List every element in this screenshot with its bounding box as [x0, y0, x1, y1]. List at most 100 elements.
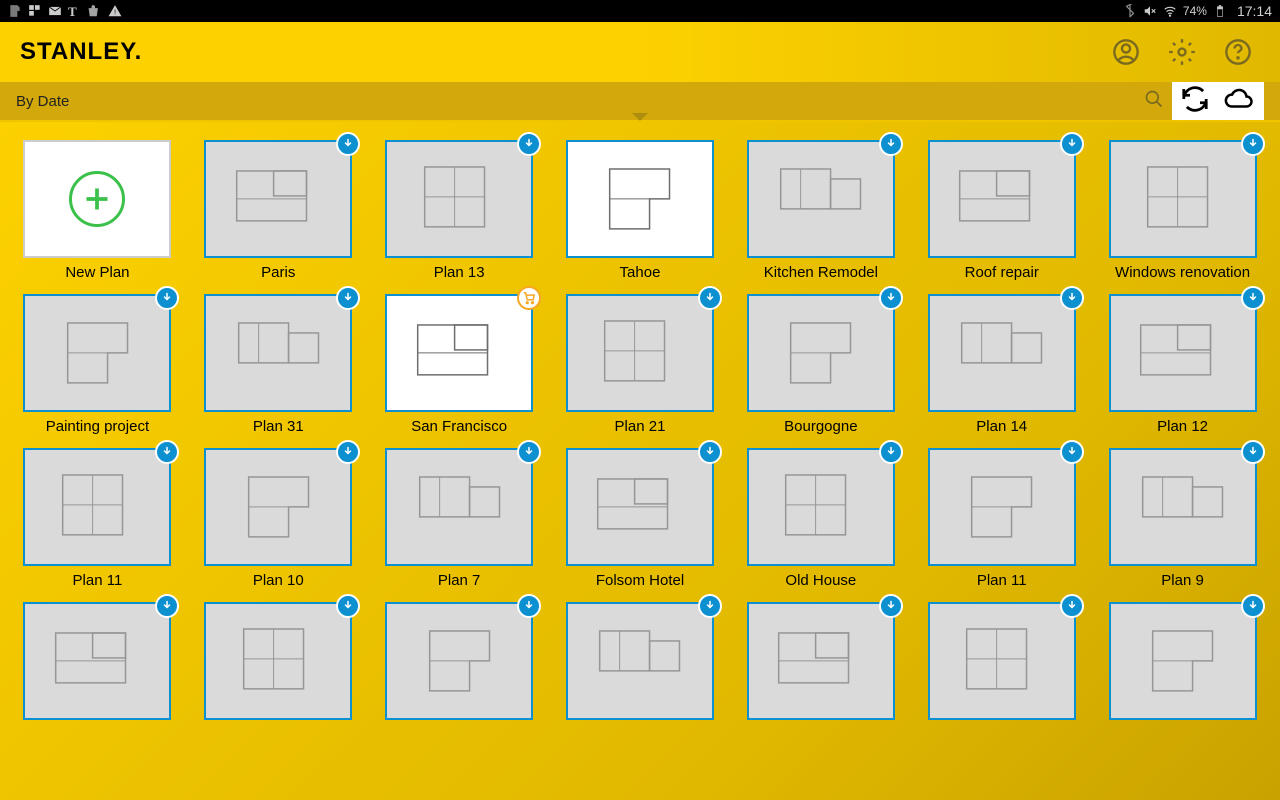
- add-icon: [69, 171, 125, 227]
- mail-icon: [48, 4, 62, 18]
- download-badge-icon[interactable]: [517, 132, 541, 156]
- download-badge-icon[interactable]: [1060, 440, 1084, 464]
- plan-card[interactable]: Plan 14: [916, 294, 1087, 438]
- download-badge-icon[interactable]: [517, 440, 541, 464]
- download-badge-icon[interactable]: [336, 286, 360, 310]
- sort-dropdown[interactable]: By Date: [16, 93, 1144, 110]
- plan-thumbnail[interactable]: [566, 294, 714, 412]
- plan-thumbnail[interactable]: [385, 294, 533, 412]
- plan-thumbnail[interactable]: [747, 140, 895, 258]
- plan-thumbnail[interactable]: [928, 448, 1076, 566]
- plan-thumbnail[interactable]: [23, 294, 171, 412]
- plan-label: Painting project: [46, 418, 149, 438]
- download-badge-icon[interactable]: [879, 440, 903, 464]
- plan-label: Folsom Hotel: [596, 572, 684, 592]
- download-badge-icon[interactable]: [336, 132, 360, 156]
- download-badge-icon[interactable]: [517, 594, 541, 618]
- download-badge-icon[interactable]: [1241, 286, 1265, 310]
- plan-card[interactable]: Paris: [193, 140, 364, 284]
- nyt-icon: T: [68, 4, 82, 18]
- clock: 17:14: [1237, 3, 1272, 19]
- plan-card[interactable]: New Plan: [12, 140, 183, 284]
- download-badge-icon[interactable]: [155, 594, 179, 618]
- download-badge-icon[interactable]: [155, 440, 179, 464]
- plan-thumbnail[interactable]: [1109, 448, 1257, 566]
- sync-button[interactable]: [1174, 84, 1216, 119]
- plan-thumbnail[interactable]: [566, 602, 714, 720]
- plan-card[interactable]: Bourgogne: [735, 294, 906, 438]
- plan-card[interactable]: Windows renovation: [1097, 140, 1268, 284]
- plan-card[interactable]: Tahoe: [555, 140, 726, 284]
- plan-card[interactable]: [193, 602, 364, 746]
- download-badge-icon[interactable]: [879, 286, 903, 310]
- plan-card[interactable]: Painting project: [12, 294, 183, 438]
- plan-card[interactable]: Kitchen Remodel: [735, 140, 906, 284]
- plan-card[interactable]: Plan 11: [12, 448, 183, 592]
- plan-card[interactable]: [916, 602, 1087, 746]
- plan-card[interactable]: [735, 602, 906, 746]
- plan-thumbnail[interactable]: [928, 140, 1076, 258]
- plan-thumbnail[interactable]: [385, 448, 533, 566]
- battery-percent: 74%: [1183, 4, 1207, 18]
- plan-thumbnail[interactable]: [23, 448, 171, 566]
- cloud-button[interactable]: [1216, 84, 1262, 119]
- plan-thumbnail[interactable]: [1109, 294, 1257, 412]
- settings-button[interactable]: [1160, 30, 1204, 74]
- download-badge-icon[interactable]: [1241, 440, 1265, 464]
- plan-thumbnail[interactable]: [566, 448, 714, 566]
- download-badge-icon[interactable]: [879, 132, 903, 156]
- download-badge-icon[interactable]: [1241, 594, 1265, 618]
- plan-thumbnail[interactable]: [23, 140, 171, 258]
- plan-thumbnail[interactable]: [23, 602, 171, 720]
- plan-card[interactable]: Plan 31: [193, 294, 364, 438]
- plan-card[interactable]: Old House: [735, 448, 906, 592]
- plan-card[interactable]: Plan 13: [374, 140, 545, 284]
- plan-thumbnail[interactable]: [1109, 602, 1257, 720]
- plan-thumbnail[interactable]: [747, 448, 895, 566]
- plan-thumbnail[interactable]: [385, 602, 533, 720]
- plan-card[interactable]: San Francisco: [374, 294, 545, 438]
- download-badge-icon[interactable]: [1060, 286, 1084, 310]
- plan-card[interactable]: [1097, 602, 1268, 746]
- plan-card[interactable]: [374, 602, 545, 746]
- download-badge-icon[interactable]: [1241, 132, 1265, 156]
- plan-card[interactable]: Plan 10: [193, 448, 364, 592]
- plan-label: Plan 13: [434, 264, 485, 284]
- download-badge-icon[interactable]: [155, 286, 179, 310]
- cart-badge-icon[interactable]: [517, 286, 541, 310]
- download-badge-icon[interactable]: [698, 286, 722, 310]
- download-badge-icon[interactable]: [1060, 594, 1084, 618]
- plan-card[interactable]: Plan 11: [916, 448, 1087, 592]
- plan-card[interactable]: Plan 12: [1097, 294, 1268, 438]
- plan-label: Roof repair: [965, 264, 1039, 284]
- plan-card[interactable]: [12, 602, 183, 746]
- plan-thumbnail[interactable]: [928, 294, 1076, 412]
- plan-card[interactable]: Plan 9: [1097, 448, 1268, 592]
- plan-card[interactable]: [555, 602, 726, 746]
- download-badge-icon[interactable]: [336, 594, 360, 618]
- search-button[interactable]: [1144, 89, 1164, 114]
- download-badge-icon[interactable]: [336, 440, 360, 464]
- plan-card[interactable]: Plan 7: [374, 448, 545, 592]
- plan-card[interactable]: Roof repair: [916, 140, 1087, 284]
- plan-thumbnail[interactable]: [747, 602, 895, 720]
- plan-thumbnail[interactable]: [928, 602, 1076, 720]
- plan-thumbnail[interactable]: [566, 140, 714, 258]
- plan-grid-container: New PlanParis Plan 13 TahoeKitchen Remodel…: [0, 122, 1280, 800]
- help-button[interactable]: [1216, 30, 1260, 74]
- plan-thumbnail[interactable]: [204, 140, 352, 258]
- plan-thumbnail[interactable]: [204, 448, 352, 566]
- plan-label: Plan 7: [438, 572, 481, 592]
- download-badge-icon[interactable]: [698, 440, 722, 464]
- download-badge-icon[interactable]: [1060, 132, 1084, 156]
- download-badge-icon[interactable]: [698, 594, 722, 618]
- plan-thumbnail[interactable]: [385, 140, 533, 258]
- plan-thumbnail[interactable]: [1109, 140, 1257, 258]
- plan-thumbnail[interactable]: [204, 602, 352, 720]
- profile-button[interactable]: [1104, 30, 1148, 74]
- download-badge-icon[interactable]: [879, 594, 903, 618]
- plan-card[interactable]: Plan 21: [555, 294, 726, 438]
- plan-card[interactable]: Folsom Hotel: [555, 448, 726, 592]
- plan-thumbnail[interactable]: [204, 294, 352, 412]
- plan-thumbnail[interactable]: [747, 294, 895, 412]
